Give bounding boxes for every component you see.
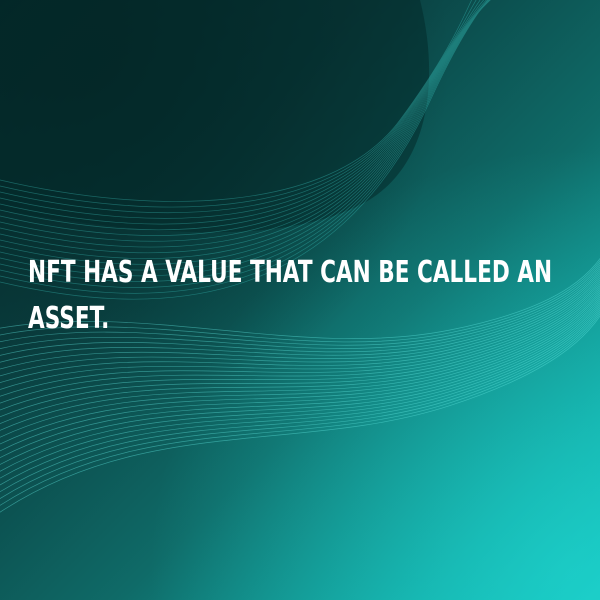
headline-text-content: NFT HAS A VALUE THAT CAN BE CALLED AN AS… xyxy=(28,255,553,336)
headline-text: NFT HAS A VALUE THAT CAN BE CALLED AN AS… xyxy=(28,250,552,342)
poster-canvas: NFT HAS A VALUE THAT CAN BE CALLED AN AS… xyxy=(0,0,600,600)
dark-wave-shape xyxy=(0,0,430,233)
